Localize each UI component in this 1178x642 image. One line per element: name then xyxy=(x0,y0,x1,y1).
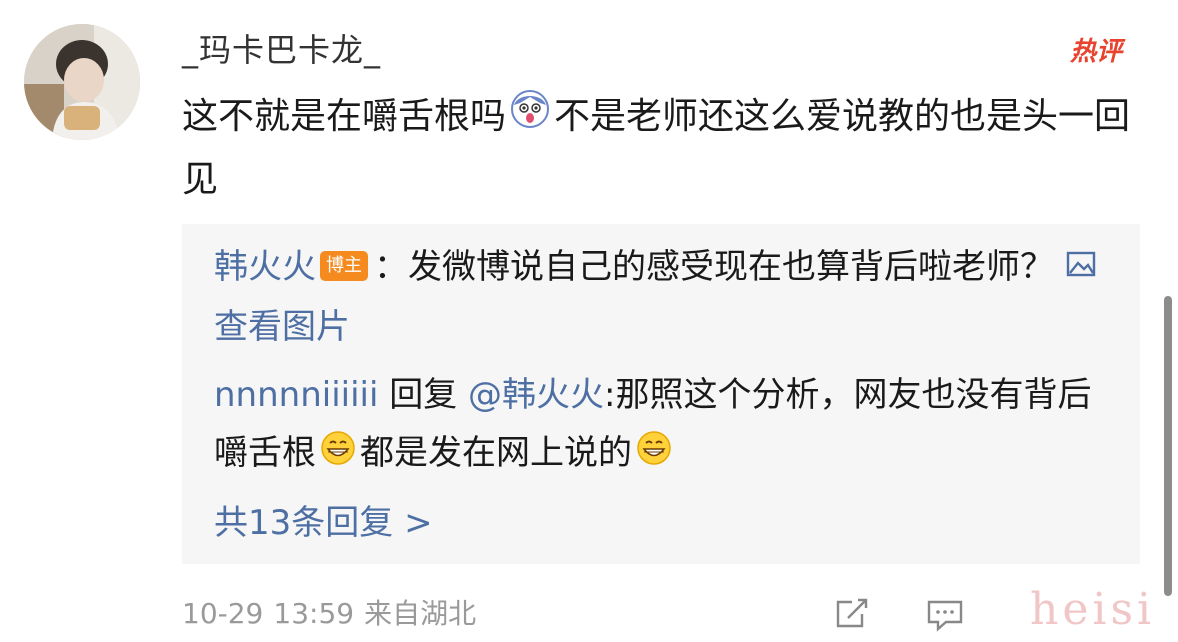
scrollbar[interactable] xyxy=(1164,296,1172,596)
comment-time: 13:59 xyxy=(273,597,355,630)
avatar-image xyxy=(24,24,140,140)
grinning-face-emoji-icon xyxy=(636,426,672,484)
comment-card: _玛卡巴卡龙_ 热评 这不就是在嚼舌根吗 不是老师还这么爱说教的也是头一回见 韩… xyxy=(0,0,1178,642)
svg-text:热评: 热评 xyxy=(1069,37,1126,67)
hot-comment-badge: 热评 xyxy=(1068,30,1132,72)
reply-mention[interactable]: @韩火火 xyxy=(468,375,604,415)
surprised-face-emoji-icon xyxy=(510,87,550,149)
reply-item-2: nnnnniiiiii 回复 @韩火火:那照这个分析，网友也没有背后嚼舌根 都是… xyxy=(214,366,1114,484)
reply-text: ：发微博说自己的感受现在也算背后啦老师？ xyxy=(374,247,1054,287)
comment-text-part1: 这不就是在嚼舌根吗 xyxy=(182,96,507,137)
username[interactable]: _玛卡巴卡龙_ xyxy=(182,28,381,72)
replies-panel: 韩火火 博主 ：发微博说自己的感受现在也算背后啦老师？ 查看图片 nnnnniiii… xyxy=(182,224,1140,564)
share-icon[interactable] xyxy=(834,598,870,634)
comment-body: 这不就是在嚼舌根吗 不是老师还这么爱说教的也是头一回见 xyxy=(182,86,1132,211)
comment-location: 来自湖北 xyxy=(364,597,477,630)
view-image-label: 查看图片 xyxy=(214,306,350,347)
reply-word: 回复 xyxy=(378,375,469,415)
watermark: heisi xyxy=(1030,584,1156,635)
reply-author[interactable]: nnnnniiiiii xyxy=(214,375,378,415)
image-icon xyxy=(1066,237,1096,295)
comment-date: 10-29 xyxy=(182,597,264,630)
blogger-badge: 博主 xyxy=(320,250,368,281)
more-replies-link[interactable]: 共13条回复 > xyxy=(214,494,1114,552)
grinning-face-emoji-icon xyxy=(320,426,356,484)
comment-meta: 10-29 13:59 来自湖北 xyxy=(182,592,486,632)
comment-icon[interactable] xyxy=(926,598,964,636)
reply-text-part2: 都是发在网上说的 xyxy=(360,433,632,473)
reply-author[interactable]: 韩火火 xyxy=(214,247,316,287)
avatar[interactable] xyxy=(24,24,140,140)
reply-item-1: 韩火火 博主 ：发微博说自己的感受现在也算背后啦老师？ 查看图片 xyxy=(214,238,1114,356)
